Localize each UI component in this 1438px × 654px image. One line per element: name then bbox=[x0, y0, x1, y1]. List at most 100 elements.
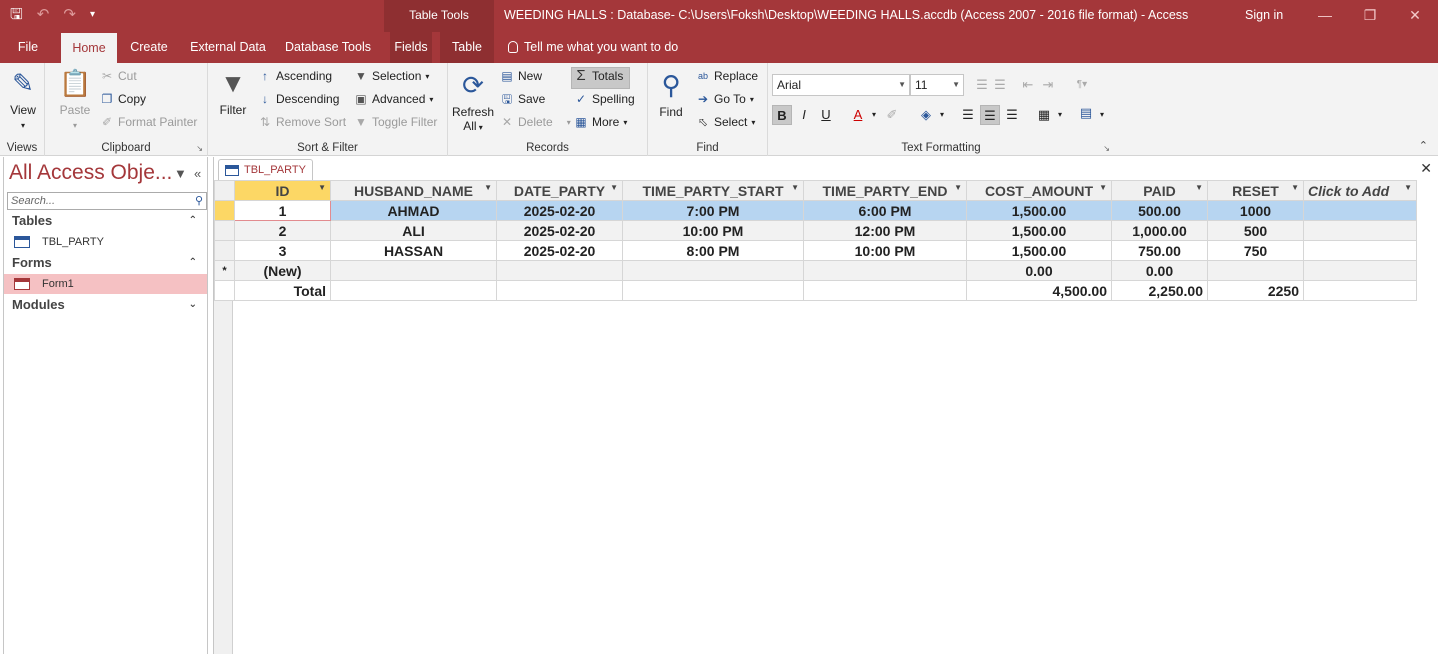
font-name-select[interactable]: Arial ▼ bbox=[772, 74, 910, 96]
table-cell[interactable]: 0.00 bbox=[966, 260, 1112, 281]
totals-button[interactable]: Σ Totals bbox=[574, 68, 623, 83]
remove-sort-button[interactable]: ⇅ Remove Sort bbox=[258, 115, 346, 129]
table-cell[interactable] bbox=[803, 260, 967, 281]
table-cell[interactable]: 7:00 PM bbox=[622, 200, 804, 221]
table-cell[interactable]: 1,500.00 bbox=[966, 220, 1112, 241]
table-cell[interactable]: 1 bbox=[234, 200, 331, 221]
table-cell[interactable] bbox=[496, 280, 623, 301]
nav-group-forms[interactable]: Forms ⌃ bbox=[4, 253, 207, 273]
tab-create[interactable]: Create bbox=[124, 32, 174, 63]
descending-button[interactable]: ↓ Descending bbox=[258, 92, 339, 106]
column-dropdown-icon[interactable]: ▼ bbox=[1099, 183, 1107, 192]
customize-qat-icon[interactable]: ▾ bbox=[90, 5, 95, 25]
column-header-time-party-start[interactable]: TIME_PARTY_START ▼ bbox=[622, 180, 804, 201]
replace-button[interactable]: ab Replace bbox=[696, 69, 758, 83]
new-record-button[interactable]: ▤ New bbox=[500, 69, 542, 83]
tab-fields[interactable]: Fields bbox=[390, 32, 432, 63]
ascending-button[interactable]: ↑ Ascending bbox=[258, 69, 332, 83]
close-window-icon[interactable]: ✕ bbox=[1400, 4, 1430, 26]
filter-button[interactable]: ▼ Filter bbox=[214, 67, 252, 117]
table-cell[interactable]: 1,500.00 bbox=[966, 200, 1112, 221]
decrease-indent-icon[interactable]: ⇤ bbox=[1018, 75, 1038, 95]
align-center-icon[interactable]: ☰ bbox=[980, 105, 1000, 125]
refresh-all-button[interactable]: ⟳ Refresh All ▾ bbox=[452, 69, 494, 133]
tab-home[interactable]: Home bbox=[61, 33, 117, 63]
nav-item-tbl-party[interactable]: TBL_PARTY bbox=[4, 232, 207, 252]
underline-button[interactable]: U bbox=[816, 105, 836, 125]
text-formatting-launcher-icon[interactable]: ↘ bbox=[1103, 144, 1110, 153]
column-header-cost-amount[interactable]: COST_AMOUNT ▼ bbox=[966, 180, 1112, 201]
table-cell[interactable]: 1000 bbox=[1207, 200, 1304, 221]
gridlines-dropdown-icon[interactable]: ▾ bbox=[1050, 105, 1070, 125]
table-cell[interactable]: 12:00 PM bbox=[803, 220, 967, 241]
column-dropdown-icon[interactable]: ▼ bbox=[1404, 183, 1412, 192]
table-cell[interactable] bbox=[622, 280, 804, 301]
clipboard-launcher-icon[interactable]: ↘ bbox=[196, 144, 203, 153]
table-cell[interactable]: 2 bbox=[234, 220, 331, 241]
delete-record-button[interactable]: ✕ Delete ▾ bbox=[500, 115, 571, 129]
table-cell[interactable]: 8:00 PM bbox=[622, 240, 804, 261]
table-cell[interactable]: 750.00 bbox=[1111, 240, 1208, 261]
redo-icon[interactable]: ↷ bbox=[63, 5, 76, 25]
table-cell[interactable] bbox=[496, 260, 623, 281]
column-header-time-party-end[interactable]: TIME_PARTY_END ▼ bbox=[803, 180, 967, 201]
table-cell[interactable]: AHMAD bbox=[330, 200, 497, 221]
column-header-click-to-add[interactable]: Click to Add ▼ bbox=[1303, 180, 1417, 201]
nav-group-modules[interactable]: Modules ⌄ bbox=[4, 295, 207, 315]
format-painter-button[interactable]: ✐ Format Painter bbox=[100, 115, 197, 129]
column-dropdown-icon[interactable]: ▼ bbox=[1195, 183, 1203, 192]
undo-icon[interactable]: ↶ bbox=[37, 5, 50, 25]
font-color-dropdown-icon[interactable]: ▾ bbox=[864, 105, 884, 125]
column-header-date-party[interactable]: DATE_PARTY ▼ bbox=[496, 180, 623, 201]
column-dropdown-icon[interactable]: ▼ bbox=[610, 183, 618, 192]
nav-group-tables[interactable]: Tables ⌃ bbox=[4, 211, 207, 231]
advanced-button[interactable]: ▣ Advanced ▾ bbox=[354, 92, 433, 106]
nav-search-input[interactable]: Search... ⚲ bbox=[7, 192, 207, 210]
table-cell[interactable] bbox=[1303, 240, 1417, 261]
column-dropdown-icon[interactable]: ▼ bbox=[954, 183, 962, 192]
font-size-select[interactable]: 11 ▼ bbox=[910, 74, 964, 96]
cut-button[interactable]: ✂ Cut bbox=[100, 69, 137, 83]
select-button[interactable]: ⬁ Select ▾ bbox=[696, 115, 755, 129]
alt-row-dropdown-icon[interactable]: ▾ bbox=[1092, 105, 1112, 125]
new-record-marker[interactable]: * bbox=[214, 260, 235, 281]
total-paid-cell[interactable]: 2,250.00 bbox=[1111, 280, 1208, 301]
table-cell[interactable]: 1,000.00 bbox=[1111, 220, 1208, 241]
table-cell[interactable]: 10:00 PM bbox=[803, 240, 967, 261]
sign-in-link[interactable]: Sign in bbox=[1245, 8, 1283, 22]
selection-button[interactable]: ▼ Selection ▾ bbox=[354, 69, 429, 83]
table-cell[interactable]: 500.00 bbox=[1111, 200, 1208, 221]
column-dropdown-icon[interactable]: ▼ bbox=[318, 183, 326, 192]
align-left-icon[interactable]: ☰ bbox=[958, 105, 978, 125]
column-header-reset[interactable]: RESET ▼ bbox=[1207, 180, 1304, 201]
tab-table[interactable]: Table bbox=[440, 32, 494, 63]
nav-menu-icon[interactable]: ▼ bbox=[174, 166, 187, 181]
align-right-icon[interactable]: ☰ bbox=[1002, 105, 1022, 125]
column-header-husband-name[interactable]: HUSBAND_NAME ▼ bbox=[330, 180, 497, 201]
record-selector[interactable] bbox=[214, 220, 235, 241]
table-cell[interactable]: 2025-02-20 bbox=[496, 240, 623, 261]
total-reset-cell[interactable]: 2250 bbox=[1207, 280, 1304, 301]
column-dropdown-icon[interactable]: ▼ bbox=[484, 183, 492, 192]
text-direction-icon[interactable]: ¶▾ bbox=[1072, 75, 1092, 95]
table-cell[interactable]: 750 bbox=[1207, 240, 1304, 261]
nav-title[interactable]: All Access Obje... bbox=[9, 161, 172, 185]
table-cell[interactable] bbox=[1303, 260, 1417, 281]
tab-external-data[interactable]: External Data bbox=[186, 32, 270, 63]
restore-icon[interactable]: ❐ bbox=[1355, 4, 1385, 26]
table-cell[interactable]: 3 bbox=[234, 240, 331, 261]
collapse-ribbon-icon[interactable]: ⌃ bbox=[1419, 139, 1428, 152]
numbering-icon[interactable]: ☰ bbox=[990, 75, 1010, 95]
nav-item-form1[interactable]: Form1 bbox=[4, 274, 207, 294]
go-to-button[interactable]: ➔ Go To ▾ bbox=[696, 92, 754, 106]
record-selector[interactable] bbox=[214, 200, 235, 221]
save-icon[interactable]: 🖫 bbox=[10, 5, 23, 25]
increase-indent-icon[interactable]: ⇥ bbox=[1038, 75, 1058, 95]
table-cell[interactable]: 2025-02-20 bbox=[496, 220, 623, 241]
bullets-icon[interactable]: ☰ bbox=[972, 75, 992, 95]
fill-color-dropdown-icon[interactable]: ▾ bbox=[932, 105, 952, 125]
total-cost-cell[interactable]: 4,500.00 bbox=[966, 280, 1112, 301]
table-cell[interactable]: 0.00 bbox=[1111, 260, 1208, 281]
table-cell[interactable] bbox=[1207, 260, 1304, 281]
table-cell[interactable] bbox=[330, 280, 497, 301]
